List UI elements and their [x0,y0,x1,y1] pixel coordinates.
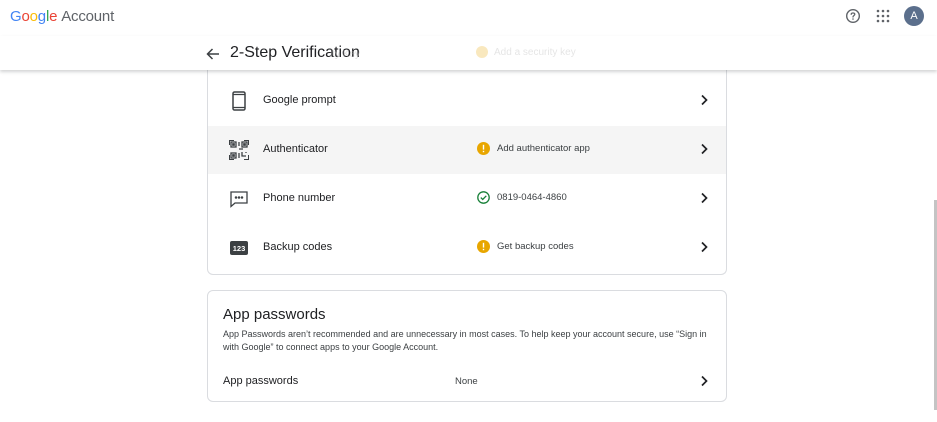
page-title: 2-Step Verification [230,44,360,61]
section-description: App Passwords aren’t recommended and are… [223,329,707,352]
method-label: Authenticator [263,143,328,155]
top-bar: Google Account A [0,0,937,36]
top-icons: A [844,6,924,26]
help-icon[interactable] [844,7,862,25]
chevron-right-icon [697,240,711,254]
backup-codes-icon-text: 123 [230,241,248,255]
sticky-subheader: 2-Step Verification [0,36,937,70]
avatar[interactable]: A [904,6,924,26]
apps-grid-icon[interactable] [874,7,892,25]
chevron-right-icon [697,191,711,205]
phone-icon [228,90,250,112]
app-passwords-value: None [455,376,478,387]
status-text: 0819-0464-4860 [497,192,567,203]
back-arrow-icon[interactable] [205,46,221,62]
logo-letter: G [10,8,22,25]
status-badge: Get backup codes [477,240,574,253]
method-label: Google prompt [263,94,336,106]
chevron-right-icon [697,374,711,388]
warning-icon [477,142,490,155]
method-row-backup-codes[interactable]: 123 Backup codes Get backup codes [208,224,726,272]
logo-letter: g [37,8,46,25]
method-label: Phone number [263,192,336,204]
chevron-right-icon [697,142,711,156]
status-badge: Add authenticator app [477,142,590,155]
backup-codes-icon: 123 [228,237,250,259]
app-passwords-card: App passwords App Passwords aren’t recom… [207,290,727,402]
app-passwords-row[interactable]: App passwords None [208,365,726,399]
second-steps-card: Google prompt Authenticator Add authenti… [207,40,727,275]
section-title: App passwords [223,306,326,323]
status-badge: 0819-0464-4860 [477,191,567,204]
logo-suffix: Account [61,8,115,25]
method-row-authenticator[interactable]: Authenticator Add authenticator app [208,126,726,174]
logo-letter: e [49,8,58,25]
status-text: Add authenticator app [497,143,590,154]
chevron-right-icon [697,93,711,107]
method-row-phone-number[interactable]: Phone number 0819-0464-4860 [208,175,726,223]
logo-letter: o [21,8,30,25]
qr-code-icon [228,139,250,161]
logo-letter: o [29,8,38,25]
warning-icon [477,240,490,253]
method-label: Backup codes [263,241,333,253]
check-circle-icon [477,191,490,204]
google-account-logo[interactable]: Google Account [10,8,114,25]
message-icon [228,188,250,210]
method-row-google-prompt[interactable]: Google prompt [208,77,726,125]
app-passwords-label: App passwords [223,375,299,387]
status-text: Get backup codes [497,241,574,252]
